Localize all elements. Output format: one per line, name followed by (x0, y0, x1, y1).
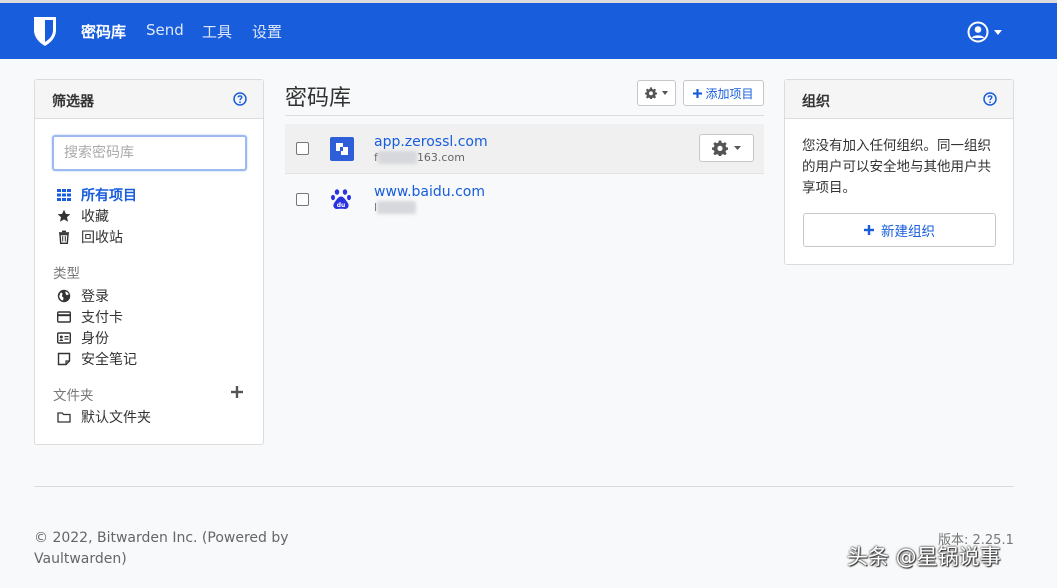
item-options-button[interactable] (699, 134, 754, 162)
item-select-checkbox[interactable] (296, 193, 309, 206)
caret-down-icon (994, 30, 1002, 35)
grid-icon (57, 189, 71, 201)
plus-icon (693, 88, 703, 98)
caret-down-icon (734, 146, 741, 150)
plus-icon (864, 225, 874, 235)
filter-type-note[interactable]: 安全笔记 (57, 349, 137, 369)
id-card-icon (57, 332, 71, 344)
gear-icon (645, 87, 657, 99)
user-circle-icon (967, 21, 989, 43)
filter-folder-default-label: 默认文件夹 (81, 410, 151, 426)
add-item-button[interactable]: 添加项目 (683, 80, 764, 106)
gear-icon (712, 140, 728, 156)
item-name-link[interactable]: app.zerossl.com (374, 134, 488, 150)
nav-send[interactable]: Send (146, 21, 184, 39)
organizations-panel-header: 组织 (785, 80, 1013, 119)
star-icon (57, 209, 71, 222)
filter-type-note-label: 安全笔记 (81, 352, 137, 368)
organizations-panel-title: 组织 (802, 94, 830, 110)
filter-type-login-label: 登录 (81, 289, 109, 305)
title-divider (285, 115, 764, 116)
caret-down-icon (662, 91, 668, 95)
bitwarden-shield-logo-icon[interactable] (32, 15, 58, 47)
item-username: fxxxxxx163.com (374, 151, 465, 164)
item-username-redacted: xxxxxx (377, 151, 417, 164)
filter-folder-default[interactable]: 默认文件夹 (57, 407, 151, 427)
filter-favorites[interactable]: 收藏 (57, 206, 109, 226)
filter-all-items-label: 所有项目 (81, 188, 137, 204)
filter-type-identity-label: 身份 (81, 331, 109, 347)
sticky-note-icon (57, 352, 71, 366)
question-circle-icon[interactable] (983, 92, 997, 106)
item-username: lxxxxxx (374, 201, 417, 214)
folder-icon (57, 412, 71, 423)
item-select-checkbox[interactable] (296, 142, 309, 155)
trash-icon (59, 230, 69, 244)
nav-tools[interactable]: 工具 (202, 21, 232, 42)
vault-list-item: app.zerossl.com fxxxxxx163.com (285, 124, 764, 174)
filter-all-items[interactable]: 所有项目 (57, 185, 137, 205)
new-organization-label: 新建组织 (881, 224, 935, 240)
filter-type-login[interactable]: 登录 (57, 286, 109, 306)
vault-options-button[interactable] (637, 80, 676, 106)
folders-section-label: 文件夹 (53, 388, 94, 404)
filter-trash[interactable]: 回收站 (57, 227, 123, 247)
credit-card-icon (57, 311, 71, 323)
filter-type-card[interactable]: 支付卡 (57, 307, 123, 327)
nav-vault[interactable]: 密码库 (81, 21, 126, 42)
zerossl-site-icon (330, 137, 354, 161)
add-folder-plus-icon[interactable] (231, 386, 243, 398)
globe-icon (57, 289, 71, 303)
vault-search-input[interactable] (52, 135, 247, 171)
nav-settings[interactable]: 设置 (252, 21, 282, 42)
item-name-link[interactable]: www.baidu.com (374, 184, 485, 200)
baidu-paw-site-icon: du (331, 189, 351, 210)
question-circle-icon[interactable] (233, 92, 247, 106)
account-menu-button[interactable] (967, 21, 1007, 45)
filter-type-identity[interactable]: 身份 (57, 328, 109, 348)
new-organization-button[interactable]: 新建组织 (803, 213, 996, 247)
filter-trash-label: 回收站 (81, 230, 123, 246)
no-organizations-message: 您没有加入任何组织。同一组织的用户可以安全地与其他用户共享项目。 (802, 138, 991, 196)
add-item-label: 添加项目 (705, 86, 754, 101)
filter-panel-title: 筛选器 (52, 94, 94, 110)
types-section-label: 类型 (53, 266, 80, 282)
item-username-redacted: xxxxxx (377, 201, 417, 214)
item-username-end: 163.com (416, 151, 465, 164)
vault-list-item: du www.baidu.com lxxxxxx (285, 174, 764, 224)
top-navbar: 密码库 Send 工具 设置 (0, 3, 1057, 59)
footer-copyright: © 2022, Bitwarden Inc. (Powered by Vault… (34, 530, 289, 567)
filter-type-card-label: 支付卡 (81, 310, 123, 326)
filter-favorites-label: 收藏 (81, 209, 109, 225)
watermark-text: 头条 @星锅说事 (847, 545, 1001, 569)
footer-divider (34, 486, 1014, 487)
filter-panel: 筛选器 所有项目 收藏 回收站 (34, 79, 264, 445)
page-title: 密码库 (285, 86, 352, 111)
organizations-panel: 组织 您没有加入任何组织。同一组织的用户可以安全地与其他用户共享项目。 新建组织 (784, 79, 1014, 265)
svg-text:du: du (337, 202, 346, 209)
filter-panel-header: 筛选器 (35, 80, 263, 119)
